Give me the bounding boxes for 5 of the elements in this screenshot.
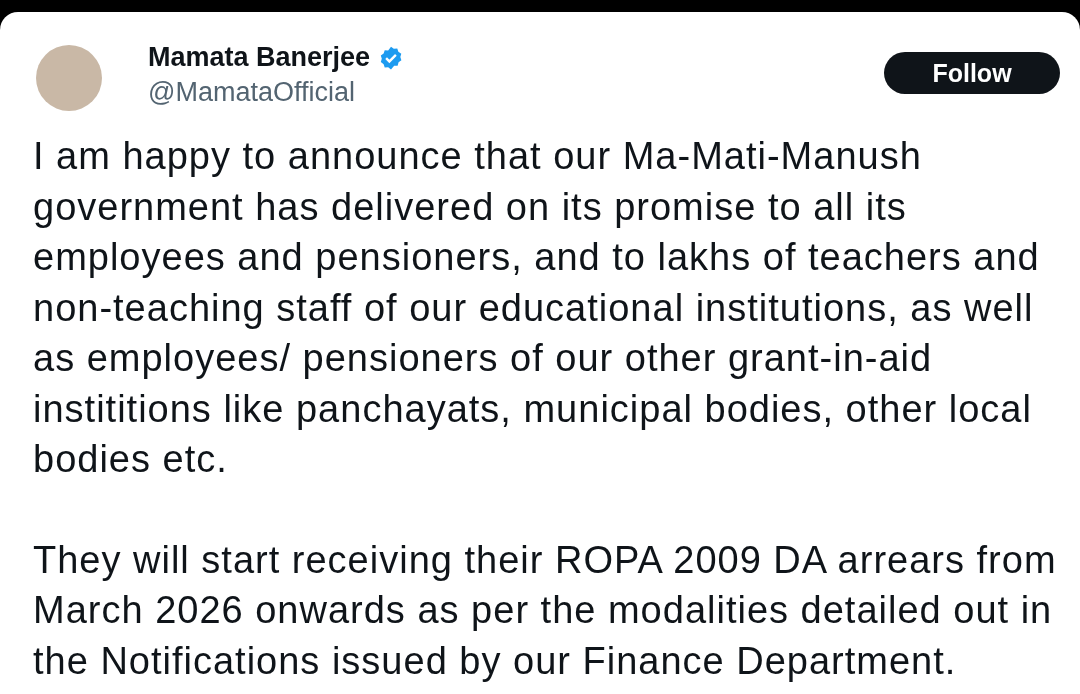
author-handle: @MamataOfficial [148,77,356,108]
post-paragraph: They will start receiving their ROPA 2009 DA arrears from March 2026 onwards as per the modalities detailed out in the Notifications issued by our Finance Department. [33,537,1058,684]
post-paragraph: I am happy to announce that our Ma-Mati-Manush government has delivered on its promise to all its employees and pensioners, and to lakhs of teachers and non-teaching staff of our educational institutions, as well as employees/ pensioners of our other grant-in-aid instititions like panchayats, municipal bodies, other local bodies etc. [33,134,1041,482]
follow-button[interactable]: Follow [884,52,1060,94]
author-name: Mamata Banerjee [148,42,371,73]
